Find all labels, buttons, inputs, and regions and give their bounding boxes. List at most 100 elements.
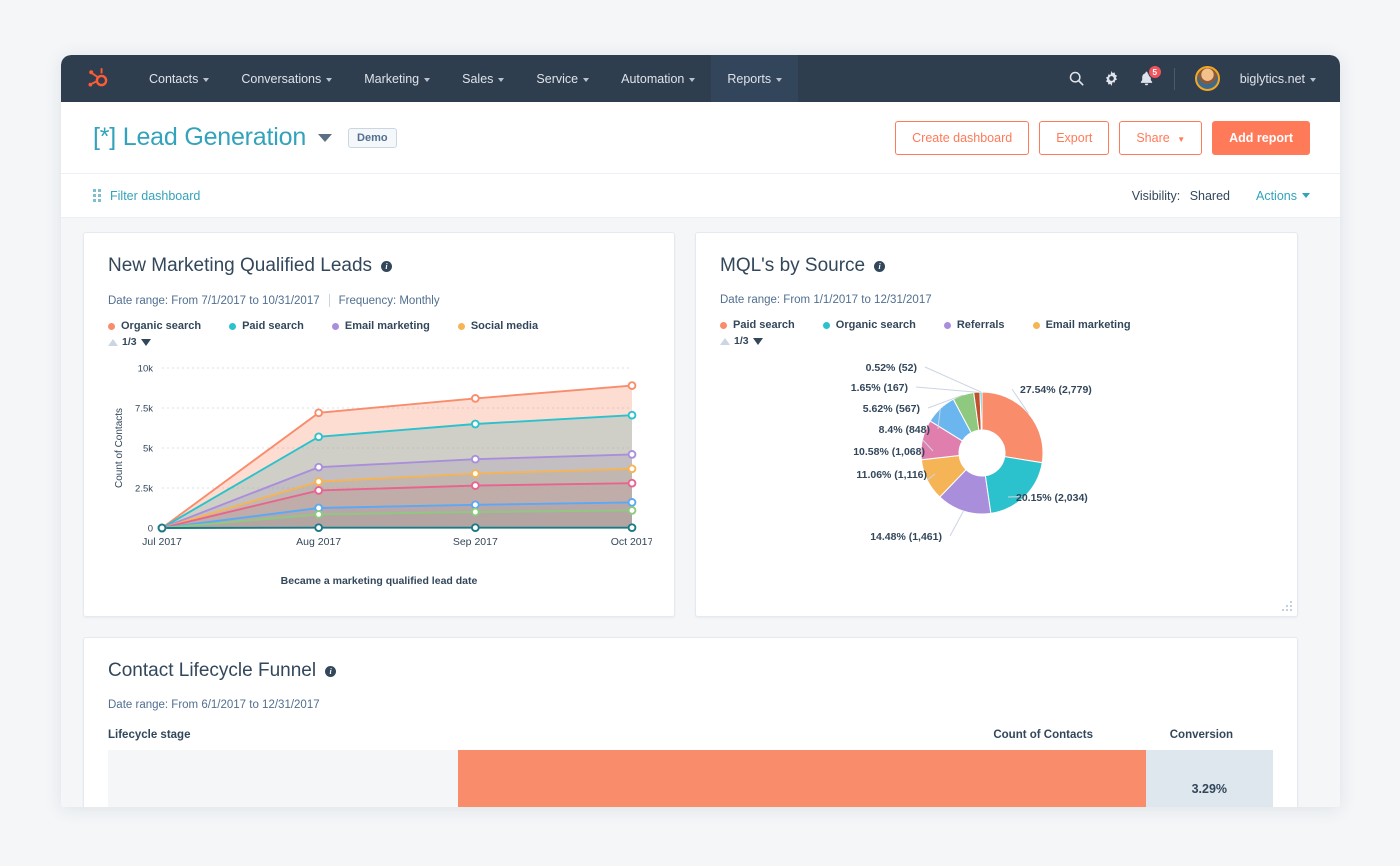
date-range-text: Date range: From 7/1/2017 to 10/31/2017 bbox=[108, 294, 320, 307]
table-row[interactable]: Lead 121,914 3.29% bbox=[108, 750, 1273, 807]
filter-dashboard-button[interactable]: Filter dashboard bbox=[93, 189, 200, 203]
card-date-range: Date range: From 7/1/2017 to 10/31/2017 … bbox=[108, 294, 650, 307]
column-header-count-of-contacts: Count of Contacts bbox=[993, 729, 1093, 741]
filter-dashboard-label: Filter dashboard bbox=[110, 188, 201, 203]
nav-item-sales[interactable]: Sales bbox=[446, 55, 520, 102]
create-dashboard-button[interactable]: Create dashboard bbox=[895, 120, 1030, 155]
column-header-lifecycle-stage: Lifecycle stage bbox=[108, 729, 191, 741]
legend-label: Organic search bbox=[835, 319, 916, 331]
x-axis-title: Became a marketing qualified lead date bbox=[280, 575, 478, 587]
nav-item-label: Conversations bbox=[241, 71, 322, 86]
card-new-marketing-qualified-leads: New Marketing Qualified Leads i Date ran… bbox=[83, 232, 675, 617]
date-range-text: Date range: From 1/1/2017 to 12/31/2017 bbox=[720, 294, 932, 306]
funnel-stage-label: Lead bbox=[108, 750, 459, 807]
svg-text:20.15% (2,034): 20.15% (2,034) bbox=[1016, 492, 1088, 504]
svg-text:2.5k: 2.5k bbox=[135, 484, 153, 495]
card-date-range: Date range: From 6/1/2017 to 12/31/2017 bbox=[108, 699, 1273, 711]
share-button[interactable]: Share ▼ bbox=[1119, 120, 1203, 155]
legend-label: Email marketing bbox=[1045, 319, 1131, 331]
export-button[interactable]: Export bbox=[1039, 120, 1110, 155]
legend-color-dot bbox=[822, 321, 830, 329]
frequency-text: Frequency: Monthly bbox=[338, 294, 440, 307]
visibility-label: Visibility: bbox=[1131, 188, 1181, 203]
nav-item-service[interactable]: Service bbox=[520, 55, 605, 102]
notification-badge: 5 bbox=[1147, 64, 1162, 79]
legend-item[interactable]: Organic search bbox=[822, 319, 916, 331]
legend-item[interactable]: Referrals bbox=[943, 319, 1005, 331]
legend-prev-icon[interactable] bbox=[720, 337, 730, 345]
card-date-range: Date range: From 1/1/2017 to 12/31/2017 bbox=[720, 294, 1273, 306]
nav-item-label: Reports bbox=[727, 71, 772, 86]
svg-text:Oct 2017: Oct 2017 bbox=[611, 536, 652, 548]
chart-legend: Organic search Paid search Email marketi… bbox=[108, 320, 650, 348]
chevron-down-icon bbox=[583, 77, 590, 82]
card-title-text: Contact Lifecycle Funnel bbox=[108, 660, 317, 681]
legend-item[interactable]: Social media bbox=[457, 320, 539, 332]
legend-prev-icon[interactable] bbox=[108, 338, 118, 346]
card-title: Contact Lifecycle Funnel i bbox=[108, 660, 1273, 682]
legend-label: Email marketing bbox=[344, 320, 430, 332]
dashboard-dropdown-icon[interactable] bbox=[318, 133, 333, 142]
area-chart-svg[interactable]: 0 2.5k 5k 7.5k 10k Jul 2017 Aug 2017 Sep 2017 Oc… bbox=[108, 354, 653, 564]
svg-text:Jul 2017: Jul 2017 bbox=[142, 536, 182, 548]
svg-text:8.4% (848): 8.4% (848) bbox=[879, 424, 930, 436]
actions-menu[interactable]: Actions bbox=[1256, 189, 1310, 203]
legend-item[interactable]: Organic search bbox=[108, 320, 201, 332]
nav-menu: Contacts Conversations Marketing Sales S… bbox=[133, 55, 799, 102]
legend-color-dot bbox=[229, 322, 237, 330]
info-icon[interactable]: i bbox=[325, 665, 337, 677]
page-title: [*] Lead Generation bbox=[93, 123, 307, 151]
page-root: Contacts Conversations Marketing Sales S… bbox=[0, 0, 1400, 866]
donut-chart-svg[interactable]: 27.54% (2,779) 20.15% (2,034) 14.48% (1,46… bbox=[720, 351, 1276, 579]
legend-label: Social media bbox=[470, 320, 539, 332]
legend-item[interactable]: Email marketing bbox=[1032, 319, 1131, 331]
nav-item-label: Sales bbox=[462, 71, 494, 86]
avatar[interactable] bbox=[1194, 66, 1220, 91]
filter-bar: Filter dashboard Visibility: Shared Acti… bbox=[61, 174, 1340, 218]
card-title: MQL's by Source i bbox=[720, 255, 1273, 277]
card-resize-handle[interactable] bbox=[1280, 599, 1292, 611]
chevron-down-icon bbox=[689, 77, 696, 82]
nav-item-conversations[interactable]: Conversations bbox=[225, 55, 348, 102]
title-actions: Create dashboard Export Share ▼ Add repo… bbox=[895, 120, 1310, 155]
funnel-bar: 121,914 bbox=[458, 750, 1146, 807]
legend-item[interactable]: Paid search bbox=[720, 319, 795, 331]
funnel-table-header: Lifecycle stage Count of Contacts Conver… bbox=[108, 729, 1273, 750]
gear-icon[interactable] bbox=[1104, 71, 1119, 86]
hubspot-sprocket-logo[interactable] bbox=[61, 55, 133, 102]
nav-item-automation[interactable]: Automation bbox=[605, 55, 711, 102]
nav-item-label: Contacts bbox=[149, 71, 199, 86]
legend-next-icon[interactable] bbox=[752, 337, 763, 345]
svg-text:1.65% (167): 1.65% (167) bbox=[851, 382, 908, 394]
legend-pager: 1/3 bbox=[108, 336, 650, 348]
chevron-down-icon bbox=[1310, 77, 1316, 82]
visibility-value: Shared bbox=[1189, 188, 1230, 203]
svg-text:11.06% (1,116): 11.06% (1,116) bbox=[856, 469, 927, 481]
svg-text:0: 0 bbox=[148, 524, 153, 535]
add-report-button[interactable]: Add report bbox=[1212, 120, 1310, 155]
dashboard-row-1: New Marketing Qualified Leads i Date ran… bbox=[83, 232, 1318, 617]
svg-text:27.54% (2,779): 27.54% (2,779) bbox=[1020, 384, 1092, 396]
nav-right-group: 5 biglytics.net bbox=[1069, 55, 1340, 102]
legend-label: Referrals bbox=[956, 319, 1005, 331]
nav-item-reports[interactable]: Reports bbox=[711, 55, 799, 102]
chevron-down-icon bbox=[776, 77, 783, 82]
nav-item-marketing[interactable]: Marketing bbox=[348, 55, 446, 102]
info-icon[interactable]: i bbox=[381, 260, 393, 272]
filter-bar-right: Visibility: Shared Actions bbox=[1132, 189, 1310, 203]
search-icon[interactable] bbox=[1069, 71, 1084, 86]
legend-label: Paid search bbox=[242, 320, 304, 332]
card-title: New Marketing Qualified Leads i bbox=[108, 255, 650, 277]
nav-item-contacts[interactable]: Contacts bbox=[133, 55, 225, 102]
card-title-text: MQL's by Source bbox=[720, 255, 866, 276]
dashboard-title-bar: [*] Lead Generation Demo Create dashboar… bbox=[61, 102, 1340, 174]
legend-item[interactable]: Email marketing bbox=[331, 320, 430, 332]
account-menu[interactable]: biglytics.net bbox=[1240, 72, 1316, 86]
legend-color-dot bbox=[943, 321, 951, 329]
bell-icon[interactable]: 5 bbox=[1139, 64, 1162, 87]
filter-grid-icon bbox=[93, 189, 101, 202]
nav-item-label: Automation bbox=[621, 71, 685, 86]
legend-next-icon[interactable] bbox=[140, 338, 151, 346]
info-icon[interactable]: i bbox=[874, 260, 886, 272]
legend-item[interactable]: Paid search bbox=[229, 320, 304, 332]
